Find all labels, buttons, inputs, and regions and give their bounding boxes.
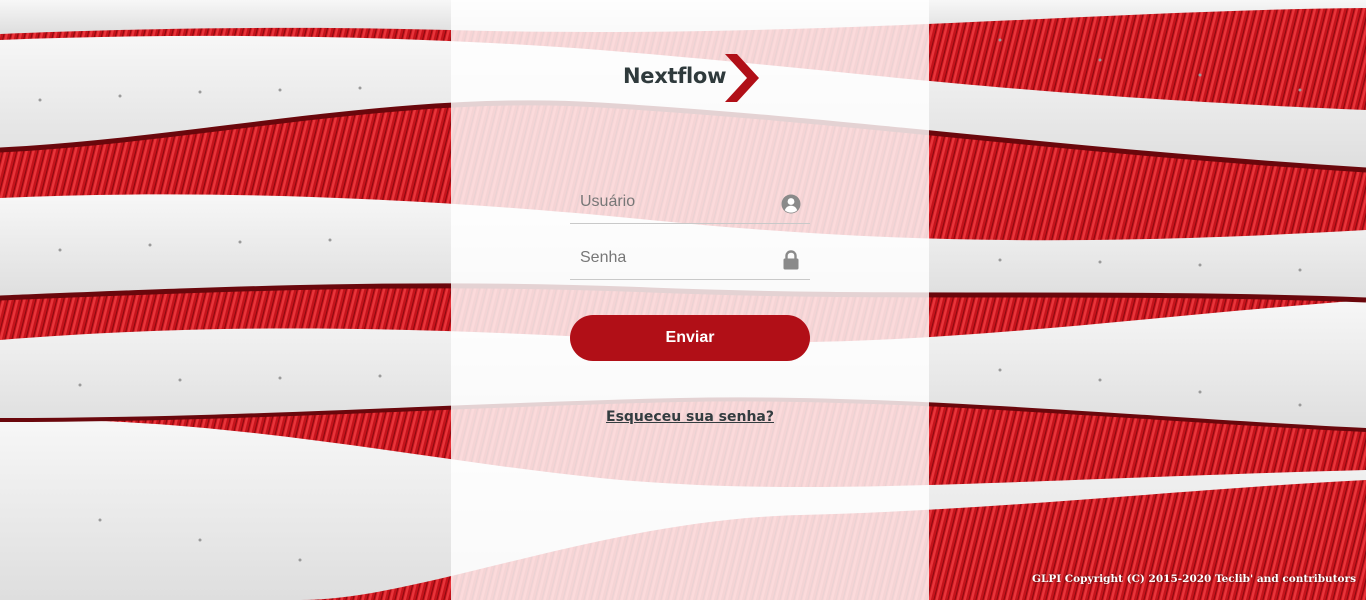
submit-button[interactable]: Enviar [570, 315, 810, 361]
brand-name: Nextflow [623, 64, 727, 88]
copyright-text: GLPI Copyright (C) 2015-2020 Teclib' and… [1031, 573, 1356, 585]
user-circle-icon [781, 194, 801, 214]
chevron-right-icon [725, 54, 759, 102]
forgot-password-link[interactable]: Esqueceu sua senha? [451, 409, 929, 425]
password-field [570, 239, 810, 280]
lock-icon [783, 250, 799, 270]
brand-logo: Nextflow [623, 50, 763, 106]
login-panel: Nextflow Enviar Esqueceu sua senha? [451, 0, 929, 600]
username-input[interactable] [570, 183, 780, 221]
username-field [570, 183, 810, 224]
login-page: Nextflow Enviar Esqueceu sua senha? GLPI… [0, 0, 1366, 600]
password-input[interactable] [570, 239, 780, 277]
